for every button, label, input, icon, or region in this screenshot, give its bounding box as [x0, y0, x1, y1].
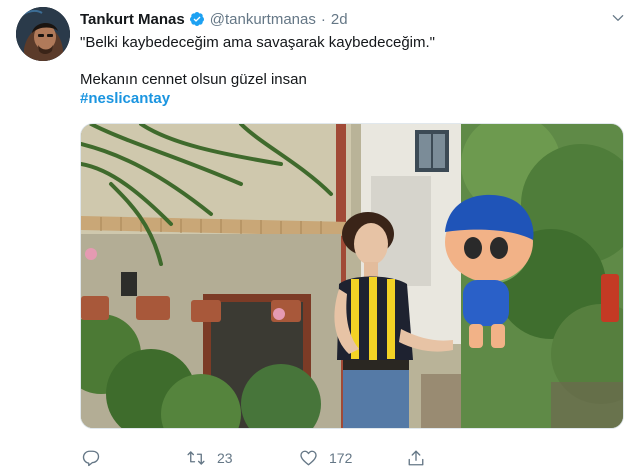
hashtag-link[interactable]: #neslicantay [80, 90, 170, 107]
heart-icon [297, 447, 319, 469]
reply-icon [80, 447, 102, 469]
retweet-icon [185, 447, 207, 469]
tweet-header: Tankurt Manas @tankurtmanas · 2d [80, 9, 348, 29]
reply-button[interactable] [80, 447, 185, 469]
retweet-count: 23 [217, 450, 233, 466]
separator-dot: · [320, 10, 326, 28]
verified-badge-icon [189, 11, 205, 27]
tweet-text: "Belki kaybedeceğim ama savaşarak kaybed… [80, 33, 620, 108]
author-name[interactable]: Tankurt Manas [80, 11, 185, 28]
like-count: 172 [329, 450, 353, 466]
retweet-button[interactable]: 23 [185, 447, 297, 469]
tweet-card[interactable]: Tankurt Manas @tankurtmanas · 2d "Belki … [0, 0, 640, 476]
author-handle[interactable]: @tankurtmanas [210, 11, 316, 28]
tweet-actions: 23 172 [80, 446, 560, 470]
tweet-quote-line: "Belki kaybedeceğim ama savaşarak kaybed… [80, 34, 435, 51]
tweet-photo[interactable] [80, 123, 624, 429]
tweet-message-line: Mekanın cennet olsun güzel insan [80, 71, 307, 88]
chevron-down-icon[interactable] [610, 10, 626, 26]
like-button[interactable]: 172 [297, 447, 405, 469]
avatar[interactable] [16, 7, 70, 61]
share-button[interactable] [405, 447, 427, 469]
tweet-timestamp[interactable]: 2d [331, 11, 348, 28]
share-icon [405, 447, 427, 469]
